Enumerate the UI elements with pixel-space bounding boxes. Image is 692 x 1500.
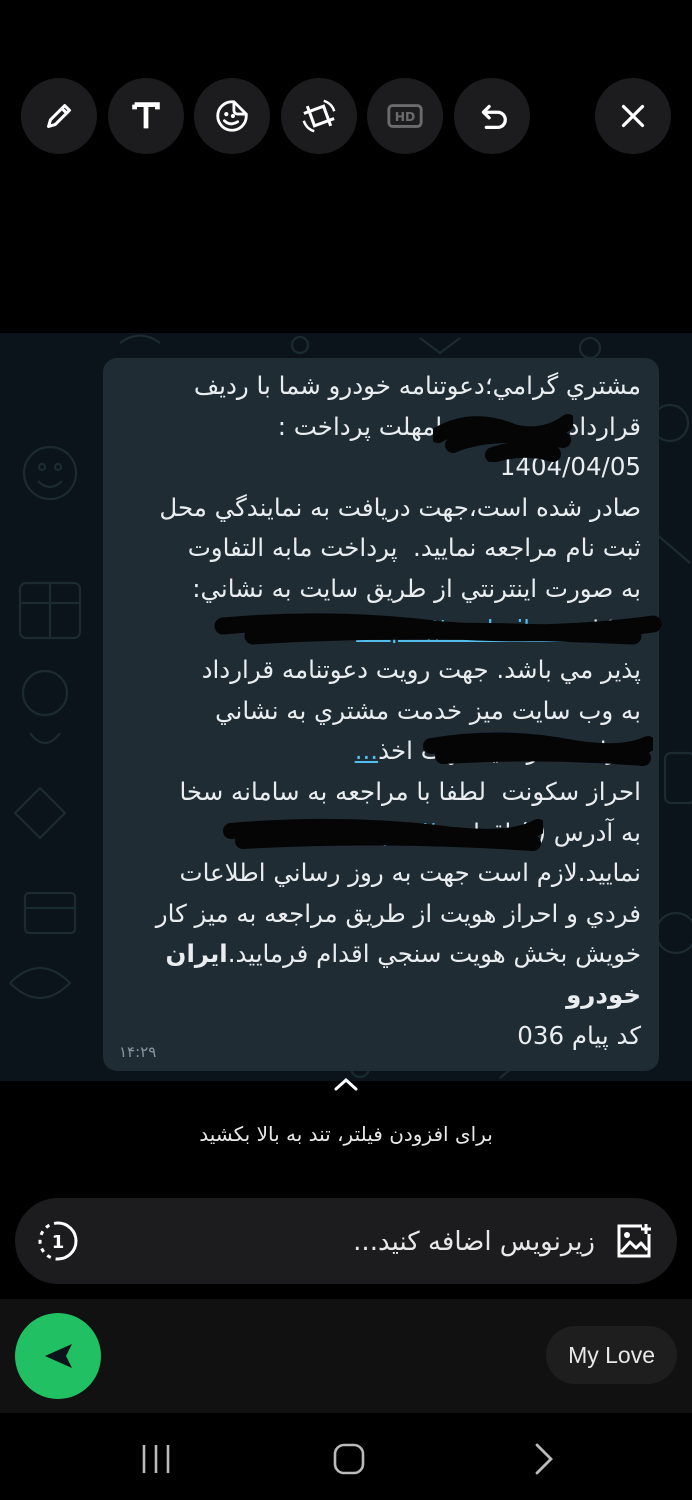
customer-desk-link[interactable]: ...: [355, 736, 378, 765]
system-nav-bar: [0, 1413, 692, 1500]
photo-preview: مشتري گرامي؛دعوتنامه خودرو شما با رديف قر…: [0, 333, 692, 1081]
crop-rotate-icon: [302, 99, 336, 133]
crop-rotate-button[interactable]: [281, 78, 357, 154]
message-text: مشتري گرامي؛دعوتنامه خودرو شما با رديف قر…: [111, 366, 641, 1056]
sticker-button[interactable]: [194, 78, 270, 154]
message-line: پذير مي باشد. جهت رويت دعوتنامه قرارداد: [201, 655, 641, 685]
caption-input[interactable]: [105, 1218, 597, 1266]
message-line: صادر شده است،جهت دريافت به نمايندگي محل: [159, 492, 641, 522]
message-line: 1404/04/05: [499, 452, 641, 482]
undo-icon: [481, 104, 507, 130]
text-icon: [132, 102, 160, 129]
sakha-link[interactable]: https://...: [347, 818, 458, 847]
message-line: فردي و احراز هويت از طريق مراجعه به ميز …: [155, 898, 641, 928]
send-bar: My Love: [0, 1299, 692, 1413]
text-button[interactable]: [108, 78, 184, 154]
pencil-icon: [47, 104, 71, 128]
home-icon[interactable]: [329, 1439, 369, 1479]
draw-button[interactable]: [21, 78, 97, 154]
message-line-link-3: به آدرس ( ) اقدامhttps://...: [346, 817, 641, 847]
message-line: كد پيام 036: [517, 1020, 641, 1050]
sticker-icon: [216, 100, 248, 132]
editor-toolbar: HD: [0, 78, 692, 154]
message-line-contract: قرارداد: ​ بامهلت پرداخت :: [111, 407, 641, 448]
svg-text:1: 1: [52, 1232, 65, 1253]
message-line: به صورت اينترنتي از طريق سايت به نشاني:: [192, 573, 641, 603]
message-line: به وب سايت ميز خدمت مشتري به نشاني: [215, 695, 641, 725]
message-line: احراز سكونت لطفا با مراجعه به سامانه سخا: [179, 776, 641, 806]
close-icon: [621, 104, 645, 128]
close-button[interactable]: [595, 78, 671, 154]
add-media-icon[interactable]: [615, 1222, 653, 1260]
message-line: مشتري گرامي؛دعوتنامه خودرو شما با رديف: [193, 371, 641, 400]
send-button[interactable]: [15, 1313, 101, 1399]
hd-button[interactable]: HD: [367, 78, 443, 154]
recent-apps-icon[interactable]: [136, 1439, 176, 1479]
filter-hint: برای افزودن فیلتر، تند به بالا بکشید: [199, 1122, 493, 1146]
redacted-contract-number: ​: [457, 407, 552, 448]
brand-name: ايران: [165, 939, 228, 969]
caption-bar: 1: [15, 1198, 677, 1284]
message-line-link-2: مراجعه فرمائيد.جهت اخذ...: [354, 736, 641, 766]
view-once-icon[interactable]: 1: [37, 1220, 79, 1262]
message-line: ثبت نام مراجعه نماييد. پرداخت مابه التفا…: [187, 533, 641, 563]
send-icon: [45, 1344, 72, 1368]
hd-icon: HD: [387, 104, 423, 128]
back-icon[interactable]: [523, 1439, 563, 1479]
svg-text:HD: HD: [395, 110, 416, 124]
recipient-chip[interactable]: My Love: [546, 1326, 677, 1384]
message-line: نماييد.لازم است جهت به روز رساني اطلاعات: [179, 858, 641, 888]
message-bubble: مشتري گرامي؛دعوتنامه خودرو شما با رديف قر…: [103, 358, 662, 1071]
message-line: خودرو: [566, 979, 641, 1009]
payment-link[interactable]: https://saale.ikc...: [356, 615, 574, 644]
message-time: ۱۴:۲۹: [119, 1043, 157, 1061]
message-line: خويش بخش هويت سنجي اقدام فرماييد.ايران: [165, 939, 641, 969]
message-line-link-1: امكانhttps://saale.ikc...: [356, 614, 641, 644]
undo-button[interactable]: [454, 78, 530, 154]
chevron-up-icon[interactable]: [331, 1074, 361, 1094]
